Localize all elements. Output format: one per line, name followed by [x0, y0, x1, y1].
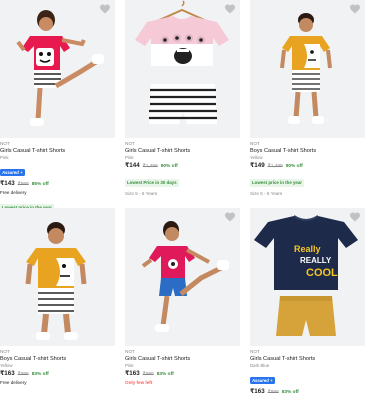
- slogan-line-2: REALLY: [300, 256, 332, 265]
- product-title[interactable]: Girls Casual T-shirt Shorts: [125, 356, 240, 363]
- product-title[interactable]: Boys Casual T-shirt Shorts: [0, 356, 115, 363]
- product-image[interactable]: Really REALLY COOL: [250, 208, 365, 346]
- product-brand: NOT: [0, 141, 10, 146]
- wishlist-heart-icon[interactable]: [224, 3, 236, 15]
- product-color: Yellow: [0, 363, 13, 368]
- product-brand: NOT: [125, 141, 135, 146]
- assured-badge: Assured ✦: [0, 169, 26, 176]
- product-brand: NOT: [125, 349, 135, 354]
- navy-tshirt-yellow-shorts-photo: Really REALLY COOL: [250, 208, 365, 346]
- product-price: ₹143: [0, 180, 15, 187]
- product-card[interactable]: NOT Boys Casual T-shirt Shorts Yellow ₹1…: [0, 208, 115, 386]
- product-mrp: ₹1,499: [142, 164, 158, 169]
- product-brand: NOT: [250, 349, 260, 354]
- wishlist-heart-icon[interactable]: [99, 3, 111, 15]
- lowest-price-badge: Lowest price in the year: [250, 179, 305, 187]
- product-discount: 83% off: [156, 372, 174, 377]
- product-price: ₹163: [125, 370, 140, 377]
- product-discount: 90% off: [285, 164, 303, 169]
- delivery-info: Free delivery: [0, 380, 27, 385]
- product-brand: NOT: [0, 349, 10, 354]
- size-info: Size 5 - 6 Years: [250, 191, 283, 196]
- product-price: ₹163: [250, 388, 265, 395]
- slogan-line-3: COOL: [306, 267, 338, 279]
- product-color: Pink: [125, 363, 134, 368]
- product-discount: 83% off: [281, 390, 299, 395]
- product-card[interactable]: NOT Girls Casual T-shirt Shorts Pink ₹14…: [125, 0, 240, 197]
- wishlist-heart-icon[interactable]: [349, 211, 361, 223]
- boy-yellow-tshirt-photo: [250, 0, 365, 138]
- product-color: Yellow: [250, 155, 263, 160]
- product-card[interactable]: NOT Girls Casual T-shirt Shorts Pink Ass…: [0, 0, 115, 214]
- product-discount: 90% off: [160, 164, 178, 169]
- product-image[interactable]: [0, 0, 115, 138]
- product-image[interactable]: [0, 208, 115, 346]
- pink-tshirt-shorts-photo: [125, 0, 240, 138]
- product-card[interactable]: NOT Girls Casual T-shirt Shorts Pink ₹16…: [125, 208, 240, 386]
- product-mrp: ₹999: [142, 372, 154, 377]
- slogan-line-1: Really: [294, 244, 321, 254]
- product-discount: 85% off: [31, 182, 49, 187]
- stock-warning: Only few left: [125, 380, 153, 385]
- product-title[interactable]: Boys Casual T-shirt Shorts: [250, 148, 365, 155]
- product-price: ₹163: [0, 370, 15, 377]
- size-info: Size 5 - 6 Years: [125, 191, 158, 196]
- boy-yellow-tshirt-photo: [0, 208, 115, 346]
- product-color: Dark Blue: [250, 363, 270, 368]
- wishlist-heart-icon[interactable]: [224, 211, 236, 223]
- product-image[interactable]: [250, 0, 365, 138]
- product-mrp: ₹999: [17, 372, 29, 377]
- lowest-price-badge: Lowest Price in 30 days: [125, 179, 179, 187]
- product-price: ₹144: [125, 162, 140, 169]
- wishlist-heart-icon[interactable]: [349, 3, 361, 15]
- product-price: ₹149: [250, 162, 265, 169]
- product-image[interactable]: [125, 0, 240, 138]
- delivery-info: Free delivery: [0, 190, 27, 195]
- product-mrp: ₹999: [17, 182, 29, 187]
- product-color: Pink: [125, 155, 134, 160]
- product-discount: 83% off: [31, 372, 49, 377]
- product-card[interactable]: NOT Boys Casual T-shirt Shorts Yellow ₹1…: [250, 0, 365, 197]
- product-mrp: ₹1,499: [267, 164, 283, 169]
- product-mrp: ₹999: [267, 390, 279, 395]
- girl-pink-tshirt-blue-shorts-photo: [125, 208, 240, 346]
- girl-pink-tshirt-photo: [0, 0, 115, 138]
- product-title[interactable]: Girls Casual T-shirt Shorts: [0, 148, 115, 155]
- product-card[interactable]: Really REALLY COOL NOT Girls Casual T-sh…: [250, 208, 365, 397]
- product-color: Pink: [0, 155, 9, 160]
- product-title[interactable]: Girls Casual T-shirt Shorts: [250, 356, 365, 363]
- assured-badge: Assured ✦: [250, 377, 276, 384]
- product-brand: NOT: [250, 141, 260, 146]
- product-title[interactable]: Girls Casual T-shirt Shorts: [125, 148, 240, 155]
- product-image[interactable]: [125, 208, 240, 346]
